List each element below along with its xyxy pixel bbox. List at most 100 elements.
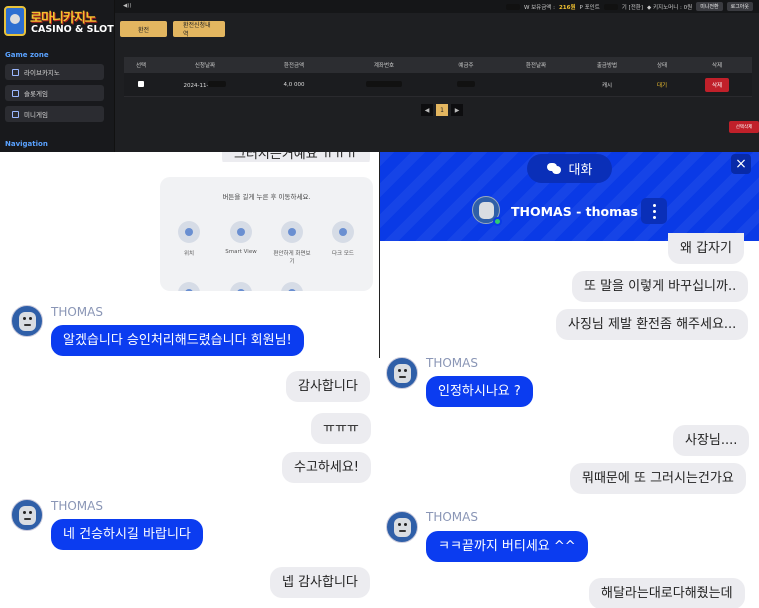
avatar-face — [19, 312, 36, 331]
tab-exchange-history[interactable]: 환전신청내역 — [173, 21, 225, 38]
row-checkbox[interactable] — [138, 80, 144, 87]
document-icon — [12, 68, 19, 76]
column-header: 출금방법 — [596, 63, 618, 69]
dark-mode-icon — [332, 221, 354, 243]
partial-icon — [178, 282, 200, 291]
prev-page-button[interactable]: ◀ — [421, 104, 433, 116]
location-icon — [178, 221, 200, 243]
status-badge: 대기 — [656, 82, 668, 89]
screenshot-item: 다크 모드 — [323, 221, 363, 257]
screenshot-message: 버튼을 길게 누른 후 이동하세요. — [222, 193, 311, 201]
logout-button[interactable]: 로그아웃 — [726, 2, 753, 11]
column-header: 예금주 — [458, 63, 474, 69]
next-page-button[interactable]: ▶ — [451, 104, 463, 116]
screenshot-item: 편안하게 화면보기 — [272, 221, 312, 265]
partial-icon — [281, 282, 303, 291]
screenshot-item: Smart View — [221, 221, 261, 255]
sound-icon[interactable]: ◀)) — [123, 3, 132, 9]
agent-avatar — [386, 357, 418, 389]
mini-convert-button[interactable]: 미니전환 — [696, 2, 723, 11]
more-options-button[interactable] — [641, 198, 667, 224]
top-bar: ◀)) W 보유금액 : 216원 P 포인트 기 [전환] ◆ 키지노머니 :… — [115, 0, 759, 13]
sender-name: THOMAS — [426, 510, 478, 524]
document-icon — [12, 110, 19, 118]
method-cell: 캐시 — [601, 82, 613, 89]
account-status: W 보유금액 : 216원 P 포인트 기 [전환] ◆ 키지노머니 : 0원 … — [505, 2, 753, 11]
dot-icon — [652, 215, 656, 219]
select-cell — [124, 80, 158, 89]
delete-button[interactable]: 삭제 — [704, 77, 730, 92]
screenshot-item-label: 위치 — [183, 251, 195, 257]
delete-cell: 삭제 — [682, 77, 752, 92]
chat-bubble-user: 감사합니다 — [286, 371, 370, 402]
chat-bubble-user: 또 말을 이렇게 바꾸십니까.. — [572, 271, 749, 302]
chat-bubble-user: 해달라는대로다해줬는데 — [589, 578, 745, 608]
account-cell — [336, 80, 432, 89]
kiji-money: ◆ 키지노머니 : 0원 — [647, 4, 693, 11]
sidebar-item-label: 미니게임 — [24, 111, 48, 119]
column-header: 환전날짜 — [525, 63, 547, 69]
site-logo[interactable]: 로마니카지노 CASINO & SLOT — [4, 4, 114, 42]
chat-bubble-user: 사징님 제발 환전좀 해주세요... — [556, 309, 749, 340]
sidebar: 로마니카지노 CASINO & SLOT Game zone 라이브카지노 슬롯… — [0, 0, 115, 152]
column-header: 선택 — [135, 63, 147, 69]
chat-bubble-agent: 인정하시나요 ? — [426, 376, 533, 407]
tab-exchange[interactable]: 환전 — [120, 21, 167, 37]
tab-conversation-label: 대화 — [568, 163, 593, 178]
chat-widget: 대화 × THOMAS - thomas 왜 갑자기 또 말을 이렇게 바꾸십니… — [380, 152, 759, 608]
online-status-icon — [493, 217, 502, 226]
redacted-holder — [457, 80, 475, 87]
request-date: 2024-11- — [183, 82, 209, 89]
date-cell: 2024-11- — [158, 80, 252, 89]
sender-name: THOMAS — [51, 499, 103, 513]
column-header: 신청날짜 — [194, 63, 216, 69]
avatar-face — [19, 506, 36, 525]
column-header: 상태 — [656, 63, 668, 69]
agent-avatar — [386, 511, 418, 543]
pagination: ◀ 1 ▶ — [421, 104, 463, 116]
sidebar-item-label: 라이브카지노 — [24, 69, 60, 77]
redacted-username — [505, 3, 520, 10]
partial-icon — [230, 282, 252, 291]
balance-label: W 보유금액 : — [523, 4, 555, 11]
table-header: 선택 신청날짜 환전금액 계좌번호 예금주 환전날짜 출금방법 상태 삭제 — [124, 57, 752, 73]
sender-name: THOMAS — [426, 356, 478, 370]
page-1-button[interactable]: 1 — [436, 104, 448, 116]
chat-bubble-icon — [546, 163, 561, 174]
casino-site: 로마니카지노 CASINO & SLOT Game zone 라이브카지노 슬롯… — [0, 0, 759, 152]
chat-bubble-user: 뭐때문에 또 그러시는건가요 — [570, 463, 746, 494]
chat-title: THOMAS - thomas — [511, 204, 638, 219]
sidebar-item-live-casino[interactable]: 라이브카지노 — [5, 64, 104, 80]
sidebar-item-minigame[interactable]: 미니게임 — [5, 106, 104, 122]
dot-icon — [652, 203, 656, 207]
redacted-account — [366, 80, 402, 87]
sidebar-item-slot[interactable]: 슬롯게임 — [5, 85, 104, 101]
screenshot-root: 로마니카지노 CASINO & SLOT Game zone 라이브카지노 슬롯… — [0, 0, 759, 608]
table-row: 2024-11- 4,0 000 캐시 대기 삭제 — [124, 73, 752, 97]
chat-bubble-user: 왜 갑자기 — [668, 233, 744, 264]
logo-mascot-icon — [4, 6, 26, 36]
exchange-history-table: 선택 신청날짜 환전금액 계좌번호 예금주 환전날짜 출금방법 상태 삭제 20… — [124, 57, 752, 97]
balance-value: 216원 — [558, 4, 576, 11]
tab-conversation[interactable]: 대화 — [527, 154, 612, 183]
holder-cell — [432, 80, 500, 89]
eye-comfort-icon — [281, 221, 303, 243]
point-convert[interactable]: 기 [전환] — [622, 3, 643, 11]
sender-name: THOMAS — [51, 305, 103, 319]
sidebar-item-label: 슬롯게임 — [24, 90, 48, 98]
attached-screenshot[interactable]: 버튼을 길게 누른 후 이동하세요. 위치 Smart View 편안하게 화면… — [160, 177, 373, 291]
dot-icon — [652, 209, 656, 213]
chat-header: 대화 × THOMAS - thomas — [380, 152, 759, 241]
bulk-delete-button[interactable]: 선택삭제 — [729, 121, 759, 133]
chat-bubble-user: 넵 감사합니다 — [270, 567, 370, 598]
redacted-point — [603, 3, 618, 10]
redacted-date — [208, 80, 227, 87]
smart-view-icon — [230, 221, 252, 243]
exchange-tabs: 환전 환전신청내역 — [120, 21, 225, 38]
close-button[interactable]: × — [731, 154, 751, 174]
logo-subtitle: CASINO & SLOT — [31, 24, 114, 35]
point-label: P 포인트 — [579, 4, 600, 11]
chat-bubble-agent: 알겠습니다 승인처리해드렸습니다 회원님! — [51, 325, 304, 356]
chat-bubble-agent: ㅋㅋ끝까지 버티세요 ^^ — [426, 531, 588, 562]
screenshot-item-label: 다크 모드 — [332, 251, 354, 257]
